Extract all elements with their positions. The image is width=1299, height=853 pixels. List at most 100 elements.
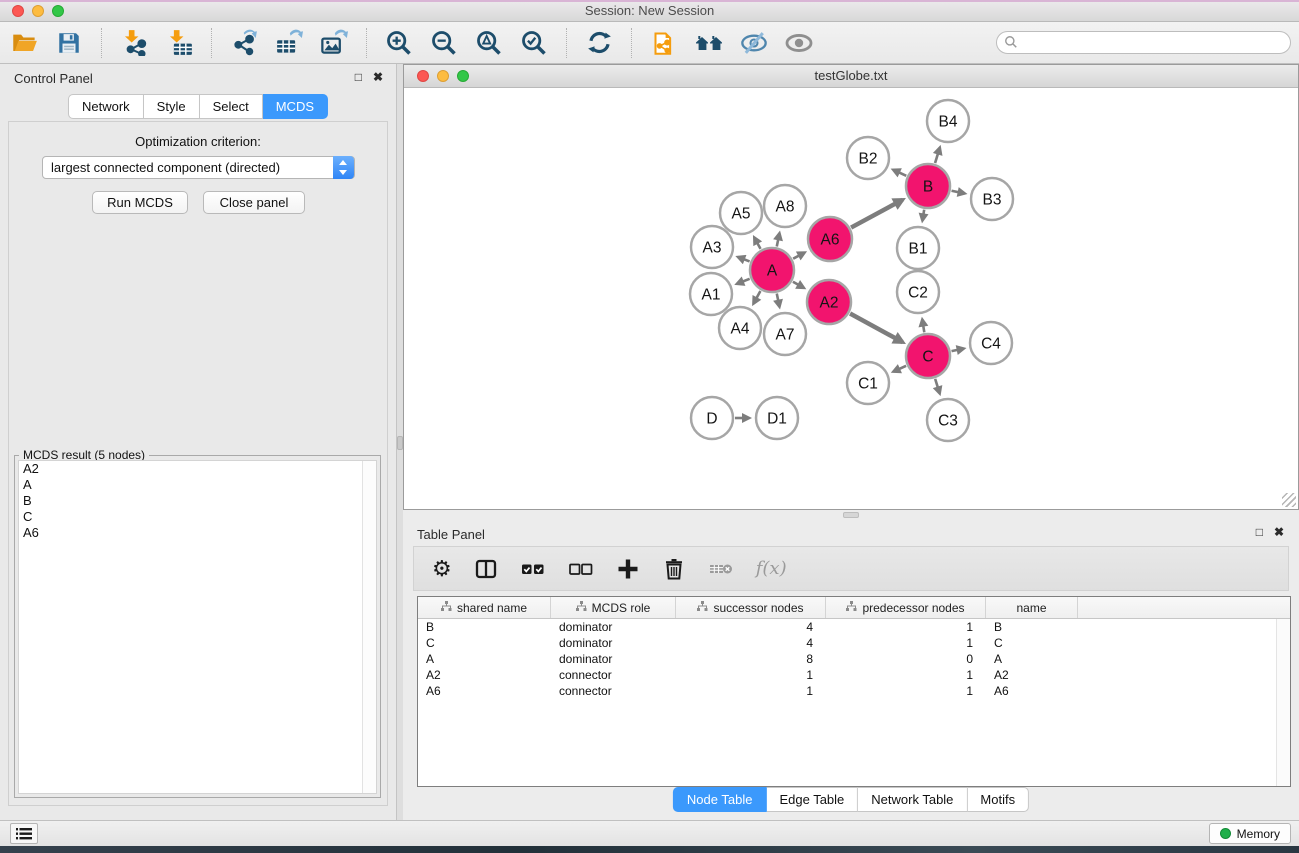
new-network-from-file-icon[interactable] — [650, 29, 678, 57]
graph-node-B4[interactable]: B4 — [927, 100, 969, 142]
column-header-predecessor-nodes[interactable]: predecessor nodes — [826, 597, 986, 618]
export-image-icon[interactable] — [320, 29, 348, 57]
column-header-successor-nodes[interactable]: successor nodes — [676, 597, 826, 618]
graph-node-C1[interactable]: C1 — [847, 362, 889, 404]
refresh-icon[interactable] — [585, 29, 613, 57]
graph-node-A4[interactable]: A4 — [719, 307, 761, 349]
graph-edge-A2-C[interactable] — [850, 313, 902, 342]
table-cell[interactable]: 1 — [826, 683, 986, 699]
column-header-MCDS-role[interactable]: MCDS role — [551, 597, 676, 618]
mcds-list-scrollbar[interactable] — [362, 461, 376, 793]
divider-grip[interactable] — [843, 512, 859, 518]
table-cell[interactable]: 1 — [676, 667, 826, 683]
show-graphics-details-icon[interactable] — [785, 29, 813, 57]
tab-network[interactable]: Network — [68, 94, 144, 119]
tab-style[interactable]: Style — [144, 94, 200, 119]
select-all-columns-icon[interactable] — [520, 557, 546, 581]
graph-edge-A-A7[interactable] — [777, 294, 780, 307]
hide-graphics-details-icon[interactable] — [740, 29, 768, 57]
tab-select[interactable]: Select — [200, 94, 263, 119]
close-window-button[interactable] — [12, 5, 24, 17]
graph-edge-A-A4[interactable] — [754, 291, 761, 303]
table-cell[interactable]: 8 — [676, 651, 826, 667]
close-panel-button[interactable]: Close panel — [203, 191, 305, 214]
graph-node-B3[interactable]: B3 — [971, 178, 1013, 220]
mcds-result-item[interactable]: C — [19, 509, 376, 525]
mcds-result-item[interactable]: B — [19, 493, 376, 509]
task-history-button[interactable] — [10, 823, 38, 844]
close-panel-icon[interactable]: ✖ — [1274, 525, 1284, 539]
table-cell[interactable]: A — [418, 651, 551, 667]
tab-mcds[interactable]: MCDS — [263, 94, 328, 119]
add-column-icon[interactable] — [616, 557, 640, 581]
graph-edge-B-B2[interactable] — [893, 170, 906, 176]
graph-node-A6[interactable]: A6 — [808, 217, 852, 261]
column-header-name[interactable]: name — [986, 597, 1078, 618]
import-table-icon[interactable] — [165, 29, 193, 57]
table-cell[interactable]: 1 — [826, 635, 986, 651]
network-window-titlebar[interactable]: testGlobe.txt — [404, 65, 1298, 88]
home-icon[interactable] — [695, 29, 723, 57]
show-column-icon[interactable] — [474, 557, 498, 581]
table-cell[interactable]: A — [986, 651, 1078, 667]
close-panel-icon[interactable]: ✖ — [373, 70, 383, 84]
mcds-result-item[interactable]: A2 — [19, 461, 376, 477]
graph-node-A[interactable]: A — [750, 248, 794, 292]
table-cell[interactable]: 1 — [676, 683, 826, 699]
table-cell[interactable]: C — [418, 635, 551, 651]
graph-node-B2[interactable]: B2 — [847, 137, 889, 179]
table-options-icon[interactable]: ⚙ — [432, 556, 452, 582]
graph-edge-A-A3[interactable] — [738, 257, 749, 261]
table-cell[interactable]: A2 — [986, 667, 1078, 683]
graph-node-C4[interactable]: C4 — [970, 322, 1012, 364]
graph-edge-B-B3[interactable] — [952, 191, 965, 194]
graph-node-B1[interactable]: B1 — [897, 227, 939, 269]
zoom-in-icon[interactable] — [385, 29, 413, 57]
graph-node-A7[interactable]: A7 — [764, 313, 806, 355]
table-row[interactable]: Bdominator41B — [418, 619, 1290, 635]
graph-edge-A-A1[interactable] — [737, 279, 750, 284]
graph-edge-B-B4[interactable] — [935, 148, 940, 163]
window-resize-grip[interactable] — [1282, 493, 1296, 507]
table-cell[interactable]: A2 — [418, 667, 551, 683]
search-input[interactable] — [996, 31, 1291, 54]
run-mcds-button[interactable]: Run MCDS — [92, 191, 188, 214]
table-row[interactable]: A2connector11A2 — [418, 667, 1290, 683]
graph-edge-C-C4[interactable] — [952, 349, 964, 351]
graph-edge-A-A5[interactable] — [754, 238, 760, 249]
unselect-all-columns-icon[interactable] — [568, 557, 594, 581]
graph-node-D1[interactable]: D1 — [756, 397, 798, 439]
graph-edge-B-B1[interactable] — [922, 210, 924, 221]
zoom-selected-icon[interactable] — [520, 29, 548, 57]
graph-node-A2[interactable]: A2 — [807, 280, 851, 324]
mcds-result-item[interactable]: A6 — [19, 525, 376, 541]
graph-node-A5[interactable]: A5 — [720, 192, 762, 234]
graph-node-A3[interactable]: A3 — [691, 226, 733, 268]
network-minimize-button[interactable] — [437, 70, 449, 82]
tab-node-table[interactable]: Node Table — [673, 787, 767, 812]
table-cell[interactable]: A6 — [986, 683, 1078, 699]
mcds-result-list[interactable]: A2ABCA6 — [18, 460, 377, 794]
maximize-window-button[interactable] — [52, 5, 64, 17]
graph-edge-C-C3[interactable] — [935, 379, 939, 393]
table-cell[interactable]: 4 — [676, 619, 826, 635]
table-row[interactable]: A6connector11A6 — [418, 683, 1290, 699]
graph-edge-C-C2[interactable] — [922, 320, 924, 333]
panel-divider-horizontal[interactable] — [403, 510, 1299, 520]
table-cell[interactable]: A6 — [418, 683, 551, 699]
graph-node-D[interactable]: D — [691, 397, 733, 439]
network-canvas[interactable]: B4B2BB3A8A5A6A3B1AC2A1A2A4A7C4CC1C3DD1 — [404, 88, 1298, 509]
graph-edge-C-C1[interactable] — [894, 366, 907, 372]
node-table[interactable]: shared nameMCDS rolesuccessor nodesprede… — [417, 596, 1291, 787]
table-cell[interactable]: dominator — [551, 619, 676, 635]
table-cell[interactable]: B — [418, 619, 551, 635]
table-cell[interactable]: dominator — [551, 651, 676, 667]
graph-edge-A-A8[interactable] — [777, 233, 780, 246]
float-panel-icon[interactable]: □ — [1256, 525, 1263, 539]
memory-button[interactable]: Memory — [1209, 823, 1291, 844]
table-cell[interactable]: connector — [551, 667, 676, 683]
network-close-button[interactable] — [417, 70, 429, 82]
delete-columns-icon[interactable] — [662, 557, 686, 581]
column-header-shared-name[interactable]: shared name — [418, 597, 551, 618]
graph-edge-A6-B[interactable] — [851, 200, 902, 228]
